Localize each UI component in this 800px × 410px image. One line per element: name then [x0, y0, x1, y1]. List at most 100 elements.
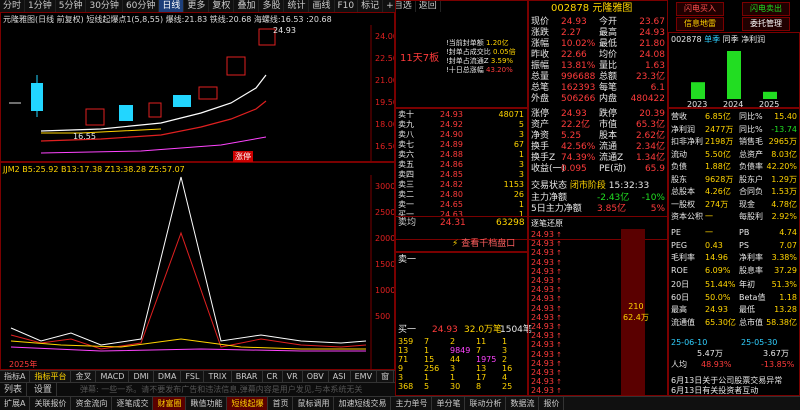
performance-value: 65.30亿	[705, 317, 736, 327]
status-item-12[interactable]: 联动分析	[465, 397, 507, 410]
toolbar-item-1[interactable]: 1分钟	[25, 0, 56, 12]
status-item-0[interactable]: 扩展A	[0, 397, 31, 410]
quote-field-row: 总笔 162393 每笔 6.1	[531, 83, 667, 94]
status-item-6[interactable]: 短线起爆	[227, 397, 269, 410]
quote-field-label: 外盘	[531, 94, 550, 104]
finance-label: 净利润	[671, 124, 695, 134]
toolbar-item-4[interactable]: 60分钟	[123, 0, 160, 12]
valuation-label: PEG	[671, 240, 688, 250]
status-item-10[interactable]: 主力单号	[391, 397, 433, 410]
orderbook-volume: 5	[518, 120, 524, 129]
tick-cell: 16	[502, 364, 513, 373]
settings-button[interactable]: 设置	[30, 383, 57, 397]
view-depth-link[interactable]: ⚡ 查看千档盘口	[452, 239, 515, 250]
status-item-9[interactable]: 加速短线交易	[334, 397, 392, 410]
news-item-1[interactable]: 6月13日有关投资者互动	[671, 385, 758, 396]
finance-tab-2[interactable]: 净利润	[741, 35, 765, 44]
valuation-label-2: 净利率	[739, 253, 763, 262]
performance-label-2: Beta值	[739, 292, 766, 302]
finance-value-2: 42.20%	[766, 162, 797, 171]
indicator-panel[interactable]: JJM2 B5:25.92 B13:17.38 Z13:38.28 Z5:57.…	[0, 162, 395, 370]
orderbook-volume: 1	[518, 150, 524, 159]
quote-field-label-2: 量比	[599, 61, 618, 71]
performance-label-2: 最低	[739, 305, 755, 314]
quote-field2-value: 74.39%	[561, 153, 596, 163]
tick-cell: 13	[476, 364, 487, 373]
quote-field-label: 昨收	[531, 50, 550, 60]
status-item-2[interactable]: 资金流向	[71, 397, 113, 410]
indicator-tick: 2500	[375, 208, 394, 217]
toolbar-item-3[interactable]: 30分钟	[86, 0, 123, 12]
quick-sell-button[interactable]: 闪电卖出	[742, 2, 790, 16]
indicator-tick: 500	[375, 312, 390, 321]
view-depth-text: 查看千档盘口	[461, 239, 516, 249]
finance-label-2: 销售毛	[739, 137, 763, 146]
finance-tab-0[interactable]: 单季	[704, 35, 720, 44]
tick-cell: 13	[398, 346, 409, 355]
toolbar-item-12[interactable]: F10	[335, 0, 359, 12]
netflow-label: 主力净额	[531, 193, 568, 203]
quick-buy-button[interactable]: 闪电买入	[676, 2, 724, 16]
status-item-11[interactable]: 单分笔	[432, 397, 466, 410]
toolbar-item-2[interactable]: 5分钟	[56, 0, 87, 12]
orderbook-row: 卖八 24.90 3	[398, 130, 526, 140]
kline-panel[interactable]: 元隆雅图(日线 前复权) 短线起爆点1(5,8,55) 爆线:21.83 铁线:…	[0, 12, 395, 162]
finance-row: 一股权 274万 现金 4.78亿	[671, 199, 799, 210]
tick-cell: 7	[476, 346, 482, 355]
quote-field2-value-2: 2.34亿	[635, 142, 665, 152]
status-item-13[interactable]: 数据流	[506, 397, 540, 410]
toolbar-item-13[interactable]: 标记	[358, 0, 384, 12]
tick-cell: 1	[450, 373, 456, 382]
status-item-5[interactable]: 瞅值功能	[186, 397, 228, 410]
status-item-3[interactable]: 逐笔成交	[112, 397, 154, 410]
limit-up-item: !当前封单额 1.20亿	[446, 39, 516, 48]
quote-field2-row: 资产 22.2亿 市值 65.3亿	[531, 120, 667, 131]
finance-value: 5.50亿	[705, 149, 731, 159]
indicator-line-white	[10, 176, 367, 346]
toolbar-item-6[interactable]: 更多	[184, 0, 210, 12]
quote-field2-label: 换手Z	[531, 153, 556, 163]
netflow-row: 5日主力净额 3.85亿 5%	[531, 204, 667, 215]
valuation-value-2: 4.74	[779, 228, 797, 237]
order-manage-button[interactable]: 委托管理	[742, 17, 790, 31]
toolbar-item-8[interactable]: 叠加	[234, 0, 260, 12]
status-item-1[interactable]: 关联报价	[30, 397, 72, 410]
status-item-14[interactable]: 报价	[539, 397, 565, 410]
orderbook-row: 卖六 24.88 1	[398, 150, 526, 160]
orderbook-row: 卖五 24.86 3	[398, 160, 526, 170]
status-item-8[interactable]: 鼠标调用	[293, 397, 335, 410]
indicator-tick: 3000	[375, 182, 394, 191]
trade-panel: 卖一 买一 24.93 32.0万笔 1504笔 359 7 2 11 1 13 1 9849…	[395, 252, 532, 396]
orderbook-price: 24.93	[440, 110, 463, 119]
toolbar-item-9[interactable]: 多股	[259, 0, 285, 12]
performance-value-2: 58.38亿	[766, 317, 797, 327]
sell-avg-price: 24.31	[440, 218, 466, 228]
sell-avg-row: 卖均 24.31 63298	[398, 218, 526, 229]
finance-value: 274万	[705, 199, 729, 209]
price-tick: 24.00	[375, 32, 394, 41]
info-mine-button[interactable]: 信息地雷	[676, 17, 724, 31]
tick-cell: 17	[476, 373, 487, 382]
quote-panel: 002878 元隆雅图 现价 24.93 今开 23.67 涨跌 2.27 最高 24.93 涨…	[528, 0, 668, 240]
toolbar-item-7[interactable]: 复权	[209, 0, 235, 12]
status-item-7[interactable]: 首页	[268, 397, 294, 410]
list-button[interactable]: 列表	[0, 383, 28, 397]
finance-tab-1[interactable]: 同季	[723, 35, 739, 44]
finance-row: 营收 6.85亿 同比% 15.40	[671, 111, 799, 122]
toolbar-item-5[interactable]: 日线	[159, 0, 185, 12]
per-capita-value-2: -13.85%	[761, 360, 795, 369]
limit-up-item-value: 0.05倍	[493, 48, 516, 56]
quote-field-label: 涨幅	[531, 39, 550, 49]
valuation-value: 一	[705, 228, 713, 237]
toolbar-item-11[interactable]: 画线	[309, 0, 335, 12]
finance-label-2: 合同负	[739, 187, 763, 196]
toolbar-item-10[interactable]: 统计	[284, 0, 310, 12]
lightning-icon: ⚡	[452, 239, 459, 249]
status-item-4[interactable]: 财富圈	[153, 397, 187, 410]
quote-field-label: 振幅	[531, 61, 550, 71]
quote-field2-label-2: 流通Z	[599, 153, 624, 163]
toolbar-item-0[interactable]: 分时	[0, 0, 26, 12]
indicator-tick: 1000	[375, 286, 394, 295]
danmu-text: 弹幕: 一些一系。请不要发布广告和违法信息,弹幕内容是用户发见,与本系统无关	[80, 385, 363, 394]
valuation-label: ROE	[671, 265, 688, 275]
